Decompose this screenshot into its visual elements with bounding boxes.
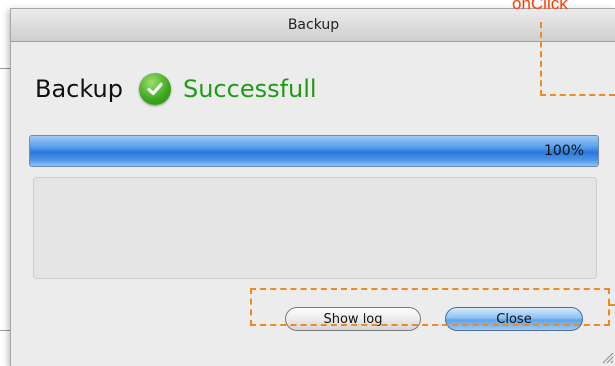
annotation-connector-vertical [540,22,542,96]
background-window-edge-bottom [0,330,10,331]
resize-grip-icon[interactable] [600,350,614,364]
check-circle-icon [138,73,171,105]
progress-bar: 100% [29,135,599,167]
status-row: Backup Successfull [35,67,317,111]
background-window-edge [0,68,10,79]
progress-fill [30,136,598,166]
status-message: Successfull [182,75,317,103]
progress-label: 100% [543,143,584,159]
annotation-highlight-box [250,288,610,326]
annotation-label: onClick [512,0,568,13]
annotation-connector-stub [608,304,615,306]
log-area [33,177,597,279]
status-prefix: Backup [35,75,123,103]
annotation-connector-horizontal [540,94,615,96]
